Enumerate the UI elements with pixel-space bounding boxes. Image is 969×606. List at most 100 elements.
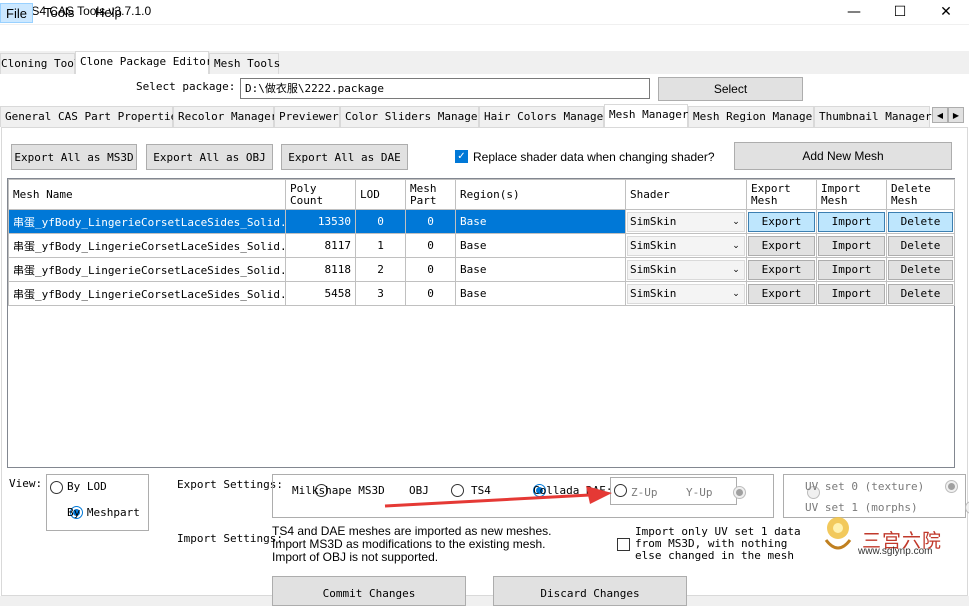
- tab-recolor-manager[interactable]: Recolor Manager: [173, 106, 277, 127]
- menu-help[interactable]: Help: [90, 3, 127, 23]
- col-lod[interactable]: LOD: [355, 179, 406, 210]
- mesh-grid: Mesh Name Poly Count LOD Mesh Part Regio…: [7, 178, 955, 468]
- shader-dropdown[interactable]: SimSkin ⌄: [627, 235, 745, 256]
- delete-mesh-button[interactable]: Delete: [888, 283, 953, 304]
- import-cell: Import: [816, 281, 887, 306]
- uv-set0-label: UV set 0 (texture): [805, 480, 925, 493]
- view-label: View:: [9, 477, 43, 490]
- annotation-arrow-icon: [384, 486, 612, 508]
- export-all-dae-button[interactable]: Export All as DAE: [281, 144, 408, 170]
- shader-dropdown[interactable]: SimSkin ⌄: [627, 259, 745, 280]
- table-row[interactable]: 串蛋_yfBody_LingerieCorsetLaceSides_Solid.…: [8, 209, 955, 234]
- import-mesh-button[interactable]: Import: [818, 211, 885, 232]
- poly-count-cell[interactable]: 8117: [285, 233, 356, 258]
- mesh-name-cell[interactable]: 串蛋_yfBody_LingerieCorsetLaceSides_Solid.…: [8, 257, 286, 282]
- mesh-name-cell[interactable]: 串蛋_yfBody_LingerieCorsetLaceSides_Solid.…: [8, 209, 286, 234]
- region-cell[interactable]: Base: [455, 281, 626, 306]
- mesh-part-cell[interactable]: 0: [405, 281, 456, 306]
- table-row[interactable]: 串蛋_yfBody_LingerieCorsetLaceSides_Solid.…: [8, 281, 955, 306]
- region-cell[interactable]: Base: [455, 257, 626, 282]
- delete-mesh-button[interactable]: Delete: [888, 211, 953, 232]
- export-all-obj-button[interactable]: Export All as OBJ: [146, 144, 273, 170]
- add-new-mesh-button[interactable]: Add New Mesh: [734, 142, 952, 170]
- import-mesh-button[interactable]: Import: [818, 235, 885, 256]
- import-mesh-button[interactable]: Import: [818, 283, 885, 304]
- import-mesh-button[interactable]: Import: [818, 259, 885, 280]
- tab-clone-package-editor[interactable]: Clone Package Editor: [75, 51, 212, 74]
- tab-scroll-right-icon[interactable]: ▶: [948, 107, 964, 123]
- export-mesh-button[interactable]: Export: [748, 211, 815, 232]
- tab-mesh-manager[interactable]: Mesh Manager: [604, 104, 688, 127]
- col-import-mesh[interactable]: Import Mesh: [816, 179, 887, 210]
- lod-cell[interactable]: 1: [355, 233, 406, 258]
- menu-file[interactable]: File: [0, 3, 33, 23]
- discard-changes-button[interactable]: Discard Changes: [493, 576, 687, 606]
- mesh-part-cell[interactable]: 0: [405, 209, 456, 234]
- col-mesh-name[interactable]: Mesh Name: [8, 179, 286, 210]
- close-button[interactable]: ✕: [923, 0, 969, 24]
- import-settings-label: Import Settings:: [177, 532, 283, 545]
- poly-count-cell[interactable]: 8118: [285, 257, 356, 282]
- col-regions[interactable]: Region(s): [455, 179, 626, 210]
- uv-set0-radio[interactable]: [945, 479, 958, 493]
- delete-cell: Delete: [886, 233, 955, 258]
- col-mesh-part[interactable]: Mesh Part: [405, 179, 456, 210]
- tab-previewer[interactable]: Previewer: [274, 106, 340, 127]
- export-mesh-button[interactable]: Export: [748, 259, 815, 280]
- region-cell[interactable]: Base: [455, 233, 626, 258]
- shader-cell: SimSkin ⌄: [625, 233, 747, 258]
- mesh-name-cell[interactable]: 串蛋_yfBody_LingerieCorsetLaceSides_Solid.…: [8, 281, 286, 306]
- chevron-down-icon: ⌄: [732, 240, 740, 251]
- commit-changes-button[interactable]: Commit Changes: [272, 576, 466, 606]
- minimize-button[interactable]: —: [831, 0, 877, 24]
- menu-tools[interactable]: Tools: [39, 3, 79, 23]
- export-settings-label: Export Settings:: [177, 478, 283, 491]
- tab-hair-colors[interactable]: Hair Colors Manager: [479, 106, 610, 127]
- import-cell: Import: [816, 257, 887, 282]
- delete-mesh-button[interactable]: Delete: [888, 235, 953, 256]
- mesh-part-cell[interactable]: 0: [405, 233, 456, 258]
- lod-cell[interactable]: 2: [355, 257, 406, 282]
- tab-cloning-tool[interactable]: Cloning Tool: [0, 53, 80, 74]
- col-poly-count[interactable]: Poly Count: [285, 179, 356, 210]
- tab-mesh-tools[interactable]: Mesh Tools: [209, 53, 280, 74]
- mesh-part-cell[interactable]: 0: [405, 257, 456, 282]
- col-delete-mesh[interactable]: Delete Mesh: [886, 179, 955, 210]
- select-package-button[interactable]: Select: [658, 77, 803, 101]
- col-export-mesh[interactable]: Export Mesh: [746, 179, 817, 210]
- shader-cell: SimSkin ⌄: [625, 209, 747, 234]
- z-up-radio[interactable]: [732, 485, 746, 499]
- col-shader[interactable]: Shader: [625, 179, 747, 210]
- shader-dropdown[interactable]: SimSkin ⌄: [627, 211, 745, 232]
- grid-header-row: Mesh Name Poly Count LOD Mesh Part Regio…: [8, 179, 955, 210]
- table-row[interactable]: 串蛋_yfBody_LingerieCorsetLaceSides_Solid.…: [8, 257, 955, 282]
- watermark-logo-icon: [818, 510, 858, 556]
- package-path-input[interactable]: D:\做衣服\2222.package: [240, 78, 650, 99]
- export-mesh-button[interactable]: Export: [748, 235, 815, 256]
- maximize-button[interactable]: ☐: [877, 0, 923, 24]
- delete-mesh-button[interactable]: Delete: [888, 259, 953, 280]
- shader-dropdown[interactable]: SimSkin ⌄: [627, 283, 745, 304]
- table-row[interactable]: 串蛋_yfBody_LingerieCorsetLaceSides_Solid.…: [8, 233, 955, 258]
- by-lod-radio[interactable]: [50, 480, 63, 494]
- tab-scroll-left-icon[interactable]: ◀: [932, 107, 948, 123]
- replace-shader-checkbox[interactable]: ✓: [455, 150, 468, 163]
- poly-count-cell[interactable]: 5458: [285, 281, 356, 306]
- tab-general-cas[interactable]: General CAS Part Properties: [0, 106, 184, 127]
- tab-color-sliders[interactable]: Color Sliders Manager: [340, 106, 484, 127]
- export-all-ms3d-button[interactable]: Export All as MS3D: [11, 144, 137, 170]
- poly-count-cell[interactable]: 13530: [285, 209, 356, 234]
- delete-cell: Delete: [886, 281, 955, 306]
- import-uv-only-checkbox[interactable]: [617, 538, 630, 551]
- lod-cell[interactable]: 0: [355, 209, 406, 234]
- import-cell: Import: [816, 233, 887, 258]
- region-cell[interactable]: Base: [455, 209, 626, 234]
- shader-value: SimSkin: [630, 238, 677, 252]
- chevron-down-icon: ⌄: [732, 216, 740, 227]
- tab-mesh-region-manager[interactable]: Mesh Region Manager: [688, 106, 819, 127]
- lod-cell[interactable]: 3: [355, 281, 406, 306]
- export-mesh-button[interactable]: Export: [748, 283, 815, 304]
- mesh-name-cell[interactable]: 串蛋_yfBody_LingerieCorsetLaceSides_Solid.…: [8, 233, 286, 258]
- tab-thumbnail-manager[interactable]: Thumbnail Manager: [814, 106, 932, 127]
- export-cell: Export: [746, 233, 817, 258]
